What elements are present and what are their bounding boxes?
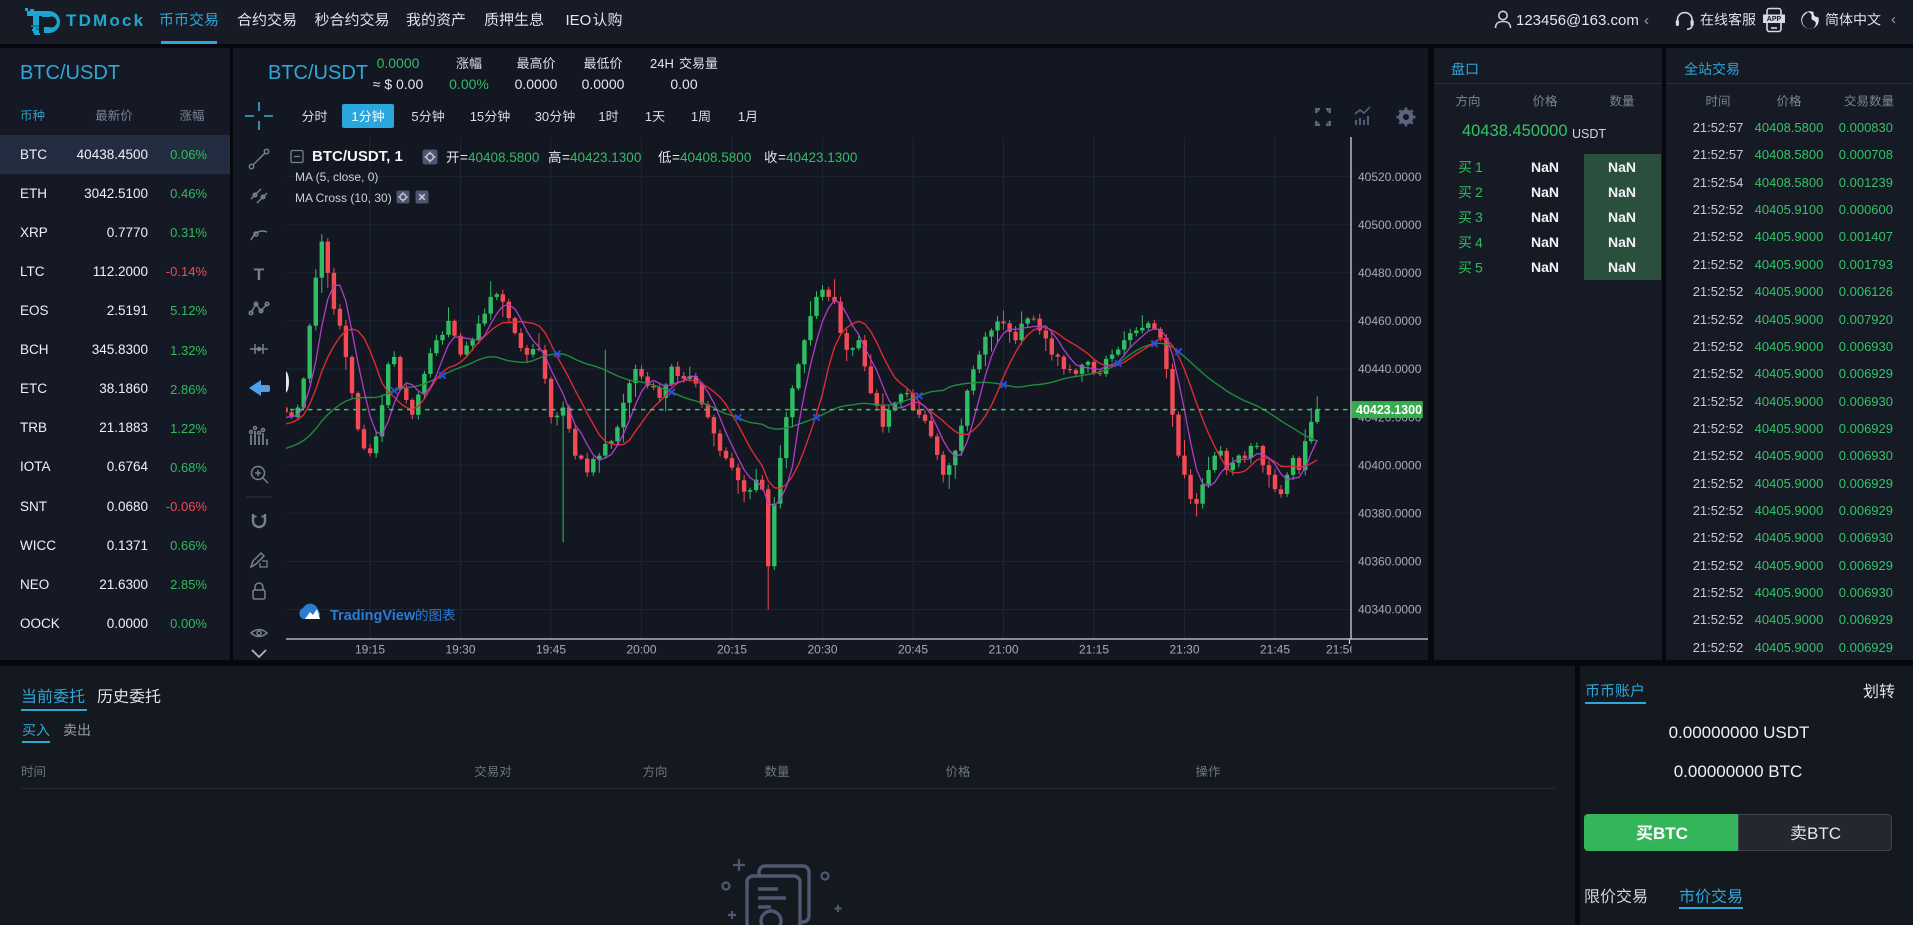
svg-text:19:45: 19:45 <box>536 643 566 657</box>
svg-text:40423.1300: 40423.1300 <box>1356 403 1422 417</box>
svg-text:20:00: 20:00 <box>626 643 656 657</box>
svg-text:40520.0000: 40520.0000 <box>1358 170 1422 184</box>
svg-text:21:45: 21:45 <box>1260 643 1290 657</box>
svg-text:40360.0000: 40360.0000 <box>1358 555 1422 569</box>
svg-text:TradingView: TradingView <box>330 608 416 624</box>
svg-text:40460.0000: 40460.0000 <box>1358 314 1422 328</box>
svg-text:40340.0000: 40340.0000 <box>1358 603 1422 617</box>
svg-text:20:45: 20:45 <box>898 643 928 657</box>
svg-text:40440.0000: 40440.0000 <box>1358 362 1422 376</box>
svg-text:19:15: 19:15 <box>355 643 385 657</box>
svg-text:21:30: 21:30 <box>1169 643 1199 657</box>
svg-text:40400.0000: 40400.0000 <box>1358 458 1422 472</box>
svg-text:21:15: 21:15 <box>1079 643 1109 657</box>
svg-text:21:00: 21:00 <box>988 643 1018 657</box>
svg-text:40480.0000: 40480.0000 <box>1358 266 1422 280</box>
svg-text:40500.0000: 40500.0000 <box>1358 218 1422 232</box>
svg-text:20:15: 20:15 <box>717 643 747 657</box>
svg-text:40380.0000: 40380.0000 <box>1358 507 1422 521</box>
svg-text:19:30: 19:30 <box>445 643 475 657</box>
svg-text:20:30: 20:30 <box>807 643 837 657</box>
